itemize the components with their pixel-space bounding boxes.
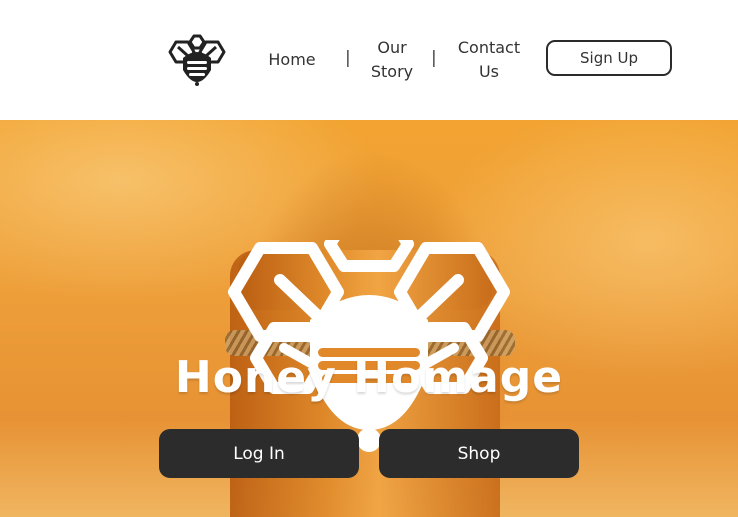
brand-title: Honey Homage [174, 352, 564, 403]
nav-separator: | [431, 48, 437, 68]
nav-contact-us[interactable]: Contact Us [452, 36, 526, 84]
shop-button[interactable]: Shop [379, 429, 579, 478]
sign-up-button[interactable]: Sign Up [546, 40, 672, 76]
nav-home[interactable]: Home [262, 48, 322, 72]
bee-honeycomb-icon [228, 240, 510, 452]
site-header: Home | Our Story | Contact Us Sign Up [0, 0, 738, 120]
nav-our-story[interactable]: Our Story [362, 36, 422, 84]
nav-separator: | [345, 48, 351, 68]
hero-banner: Honey Homage [0, 120, 738, 517]
log-in-button[interactable]: Log In [159, 429, 359, 478]
bee-icon[interactable] [166, 34, 228, 86]
